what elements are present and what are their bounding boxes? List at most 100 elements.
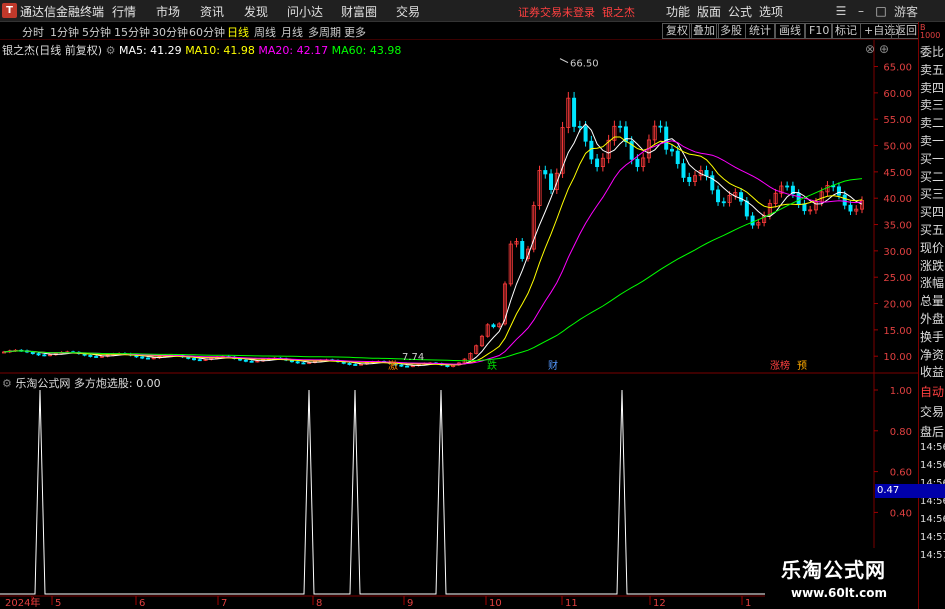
quote-field-label: 涨幅: [920, 276, 945, 291]
quote-field-label: 涨跌: [920, 258, 945, 273]
quote-field-label: 卖二: [920, 116, 945, 131]
ma60-label: MA60: 43.98: [331, 44, 402, 57]
event-tag: 跌: [487, 359, 497, 372]
settings-icon[interactable]: ⚙: [106, 44, 116, 57]
candle-body: [42, 354, 47, 357]
quote-field-label: 外盘: [920, 312, 945, 326]
price-axis: 65.00 60.00 55.00 50.00 45.00 40.00 35.00 30.00…: [874, 63, 912, 363]
date-tick-label: 6: [139, 598, 145, 609]
ma5-label: MA5: 41.29: [118, 44, 182, 57]
kline-chart-area[interactable]: 65.00 60.00 55.00 50.00 45.00 40.00 35.00 30.00…: [0, 0, 918, 609]
date-tick-label: 2024年: [5, 596, 40, 609]
tick-time: 14:56: [920, 514, 945, 525]
main-chart-title: 银之杰(日线 前复权): [2, 44, 103, 57]
candle-body: [301, 362, 306, 365]
candle-body: [687, 177, 692, 182]
date-tick-label: 8: [316, 598, 322, 609]
tick-time: 14:57: [920, 550, 945, 561]
quote-field-label: 买三: [920, 187, 945, 202]
price-tick-label: 45.00: [883, 168, 912, 179]
candle-body: [36, 353, 41, 356]
candle-body: [94, 356, 99, 358]
candle-body: [716, 189, 721, 203]
ma-line-5: [3, 123, 863, 367]
ma-line-10: [3, 136, 863, 366]
indicator-settings-icon[interactable]: ⚙: [2, 377, 12, 390]
trade-panel-tab[interactable]: 交易: [920, 405, 945, 419]
price-tick-label: 40.00: [883, 194, 912, 205]
candle-body: [243, 359, 248, 362]
quote-field-label: 卖三: [920, 98, 945, 113]
candle-body: [197, 359, 202, 362]
candle-body: [802, 203, 807, 212]
candle-body: [848, 204, 853, 212]
main-chart-legend: 银之杰(日线 前复权) ⚙ MA5: 41.29 MA10: 41.98 MA2…: [2, 42, 401, 58]
candle-body: [249, 360, 254, 363]
indicator-line: [0, 389, 874, 595]
date-tick-label: 11: [565, 598, 578, 609]
candle-body: [572, 97, 577, 127]
chart-grid: [0, 40, 918, 609]
candle-body: [140, 356, 145, 359]
watermark: 乐淘公式网 www.60lt.com: [765, 548, 918, 609]
candle-body: [353, 364, 358, 366]
candle-body: [836, 186, 841, 196]
candle-body: [583, 126, 588, 142]
tick-time: 14:57: [920, 532, 945, 543]
date-tick-label: 12: [653, 598, 666, 609]
candle-body: [750, 215, 755, 226]
current-value-highlight: 0.47: [875, 484, 945, 498]
price-tick-label: 65.00: [883, 63, 912, 74]
ma-lines: [3, 123, 863, 367]
candle-body: [145, 357, 150, 360]
candle-body: [796, 193, 801, 205]
indicator-tick-label: 1.00: [890, 386, 912, 397]
price-tick-label: 55.00: [883, 115, 912, 126]
tick-time: 14:56: [920, 460, 945, 471]
quote-field-label: 买一: [920, 151, 945, 166]
level-indicator: B 1000: [920, 23, 941, 40]
quote-field-label: 买二: [920, 169, 945, 184]
quote-field-label: 换手: [920, 329, 945, 344]
quote-field-label: 收益: [920, 365, 945, 380]
candle-body: [618, 125, 623, 128]
indicator-tick-label: 0.80: [890, 427, 912, 438]
indicator-tick-label: 0.40: [890, 508, 912, 519]
date-axis: 2024年 5 6 7 8 9 10 11 12 1: [5, 596, 751, 609]
candle-body: [549, 173, 554, 190]
quote-field-label: 委比: [920, 45, 945, 59]
price-tick-label: 25.00: [883, 273, 912, 284]
candle-body: [88, 354, 93, 357]
quote-field-label: 现价: [920, 240, 945, 255]
ma-line-60: [3, 178, 863, 362]
candle-body: [664, 126, 669, 150]
candle-body: [347, 362, 352, 365]
candle-body: [405, 365, 410, 368]
trade-panel-tab[interactable]: 盘后: [920, 425, 945, 439]
candle-body: [577, 126, 582, 128]
ma20-label: MA20: 42.17: [258, 44, 329, 57]
candle-body: [30, 351, 35, 355]
quote-field-label: 卖四: [920, 80, 945, 95]
high-marker-line: [559, 58, 569, 64]
candle-body: [842, 194, 847, 206]
watermark-name: 乐淘公式网: [781, 558, 886, 582]
expand-chart-icon[interactable]: ⊕: [879, 42, 889, 56]
trade-panel-tab[interactable]: 自动: [920, 385, 945, 399]
candle-body: [785, 185, 790, 188]
event-tag: 激: [388, 359, 398, 372]
indicator-legend: ⚙ 乐淘公式网 多方炮选股: 0.00: [2, 375, 161, 391]
event-tag: 涨榜: [770, 359, 790, 372]
quote-field-label: 卖一: [920, 134, 945, 148]
candle-body: [658, 125, 663, 128]
candle-body: [399, 364, 404, 367]
date-tick-label: 10: [489, 598, 502, 609]
price-tick-label: 35.00: [883, 221, 912, 232]
candle-body: [721, 201, 726, 204]
quote-field-label: 买五: [920, 223, 945, 237]
price-tick-label: 10.00: [883, 352, 912, 363]
indicator-title: 乐淘公式网 多方炮选股: 0.00: [15, 377, 161, 390]
candle-body: [681, 163, 686, 178]
close-chart-icon[interactable]: ⊗: [865, 42, 875, 56]
high-price-label: 66.50: [570, 59, 599, 70]
